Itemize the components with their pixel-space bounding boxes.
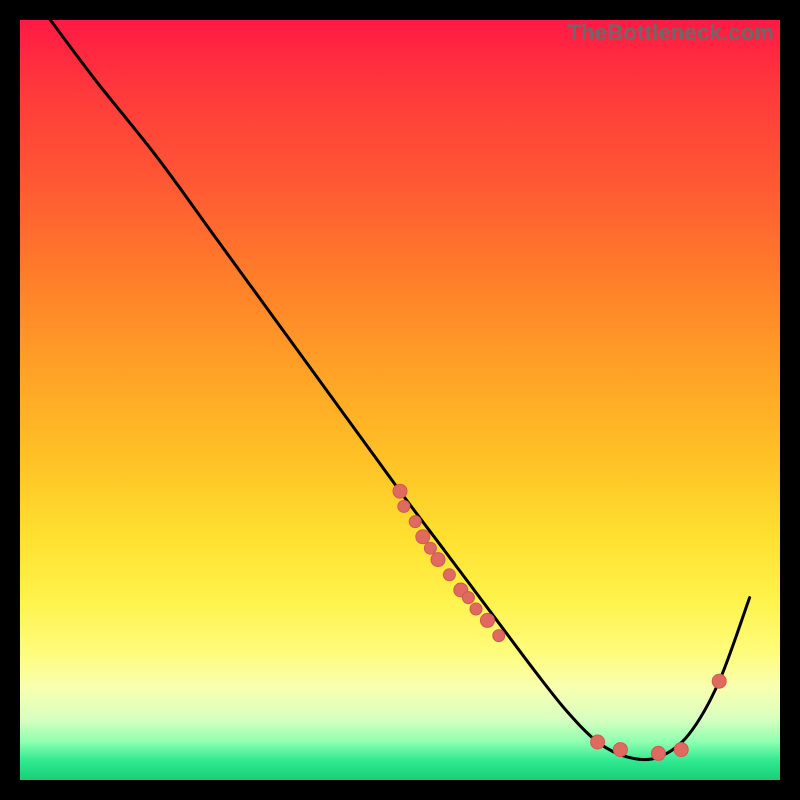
basin-dot — [674, 743, 688, 757]
plot-area — [20, 20, 780, 780]
rise-dot — [712, 674, 726, 688]
cluster-upper — [470, 603, 482, 615]
cluster-upper — [480, 613, 494, 627]
cluster-upper — [493, 630, 505, 642]
basin-dot — [651, 746, 665, 760]
cluster-upper — [416, 530, 430, 544]
chart-frame: TheBottleneck.com — [20, 20, 780, 780]
cluster-upper — [443, 569, 455, 581]
cluster-upper — [431, 553, 445, 567]
basin-dot — [613, 743, 627, 757]
cluster-upper — [398, 500, 410, 512]
cluster-upper — [409, 516, 421, 528]
watermark-text: TheBottleneck.com — [568, 20, 774, 46]
curve-overlay — [20, 20, 780, 780]
bottleneck-curve — [50, 20, 749, 760]
cluster-upper — [424, 542, 436, 554]
cluster-upper — [393, 484, 407, 498]
data-points — [393, 484, 726, 760]
cluster-upper — [462, 592, 474, 604]
basin-dot — [591, 735, 605, 749]
